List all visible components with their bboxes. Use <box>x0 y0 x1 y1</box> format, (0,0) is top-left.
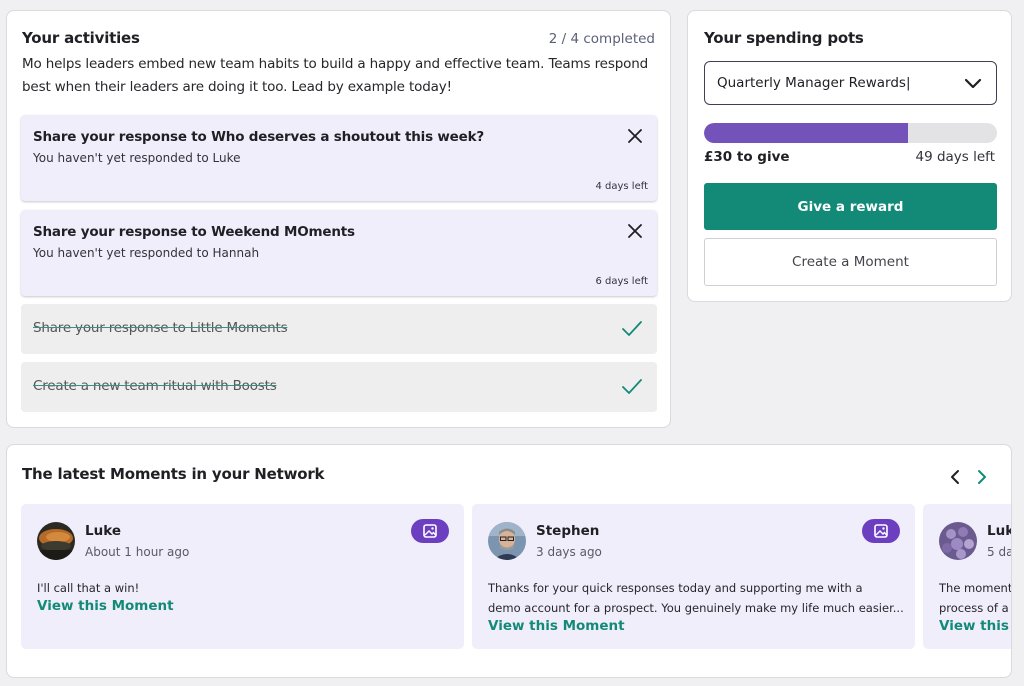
avatar <box>939 522 977 560</box>
moment-text-line: Thanks for your quick responses today an… <box>488 581 863 595</box>
pot-amount-to-give: £30 to give <box>704 149 790 165</box>
image-badge <box>862 519 900 543</box>
avatar-image <box>939 522 977 560</box>
moment-text: The moment process of a <box>939 578 1012 618</box>
chevron-down-icon <box>964 78 982 89</box>
task-title: Share your response to Who deserves a sh… <box>33 129 485 145</box>
avatar-image <box>488 522 526 560</box>
moment-card[interactable]: Stephen 3 days ago Thanks for your quick… <box>472 504 915 649</box>
moment-time: About 1 hour ago <box>85 545 190 559</box>
activity-task-weekend[interactable]: Share your response to Weekend MOments Y… <box>21 210 657 296</box>
give-reward-button[interactable]: Give a reward <box>704 183 997 230</box>
moment-text-line: The moment <box>939 581 1012 595</box>
activity-task-done-little-moments[interactable]: Share your response to Little Moments <box>21 304 657 354</box>
task-due: 4 days left <box>595 181 648 192</box>
check-icon <box>622 379 642 394</box>
task-done-title: Share your response to Little Moments <box>33 320 288 336</box>
task-subtitle: You haven't yet responded to Luke <box>33 151 241 165</box>
moment-text: I'll call that a win! <box>37 578 455 598</box>
moment-card[interactable]: Luke About 1 hour ago I'll call that a w… <box>21 504 464 649</box>
pot-select-value: Quarterly Manager Rewards| <box>717 75 911 91</box>
moment-time: 5 da <box>987 545 1012 559</box>
moment-author: Luke <box>85 523 121 539</box>
check-icon <box>622 321 642 336</box>
activities-description: Mo helps leaders embed new team habits t… <box>22 56 649 95</box>
moment-card[interactable]: Luk 5 da The moment process of a View th… <box>923 504 1012 649</box>
view-moment-link[interactable]: View this <box>939 618 1009 634</box>
pot-progress-fill <box>704 123 909 143</box>
chevron-right-icon[interactable] <box>975 469 989 485</box>
close-icon[interactable] <box>627 128 643 144</box>
activities-card: Your activities 2 / 4 completed Mo helps… <box>6 10 671 428</box>
pot-progress-bar <box>704 123 997 143</box>
moment-text-line: process of a <box>939 601 1009 615</box>
task-subtitle: You haven't yet responded to Hannah <box>33 246 260 260</box>
moment-text-line: demo account for a prospect. You genuine… <box>488 601 904 615</box>
image-icon <box>874 524 888 538</box>
avatar-image <box>37 522 75 560</box>
view-moment-link[interactable]: View this Moment <box>37 598 174 614</box>
avatar <box>488 522 526 560</box>
pot-days-left: 49 days left <box>915 149 996 165</box>
moment-time: 3 days ago <box>536 545 602 559</box>
pot-select[interactable]: Quarterly Manager Rewards| <box>704 61 997 105</box>
task-title: Share your response to Weekend MOments <box>33 224 355 240</box>
moment-text-line: I'll call that a win! <box>37 581 140 595</box>
moment-author: Luk <box>987 523 1012 539</box>
view-moment-link[interactable]: View this Moment <box>488 618 625 634</box>
activities-title: Your activities <box>22 29 140 47</box>
spending-pots-card: Your spending pots Quarterly Manager Rew… <box>687 10 1012 302</box>
close-icon[interactable] <box>627 223 643 239</box>
activity-task-shoutout[interactable]: Share your response to Who deserves a sh… <box>21 115 657 201</box>
task-due: 6 days left <box>595 276 648 287</box>
image-icon <box>423 524 437 538</box>
pots-title: Your spending pots <box>704 29 864 47</box>
activities-progress: 2 / 4 completed <box>548 31 655 47</box>
activity-task-done-boosts[interactable]: Create a new team ritual with Boosts <box>21 362 657 412</box>
image-badge <box>411 519 449 543</box>
network-moments-card: The latest Moments in your Network Luke … <box>6 444 1012 678</box>
task-done-title: Create a new team ritual with Boosts <box>33 378 277 394</box>
create-moment-button[interactable]: Create a Moment <box>704 238 997 286</box>
moment-author: Stephen <box>536 523 600 539</box>
moment-text: Thanks for your quick responses today an… <box>488 578 906 618</box>
avatar <box>37 522 75 560</box>
network-title: The latest Moments in your Network <box>22 465 325 483</box>
chevron-left-icon[interactable] <box>948 469 962 485</box>
